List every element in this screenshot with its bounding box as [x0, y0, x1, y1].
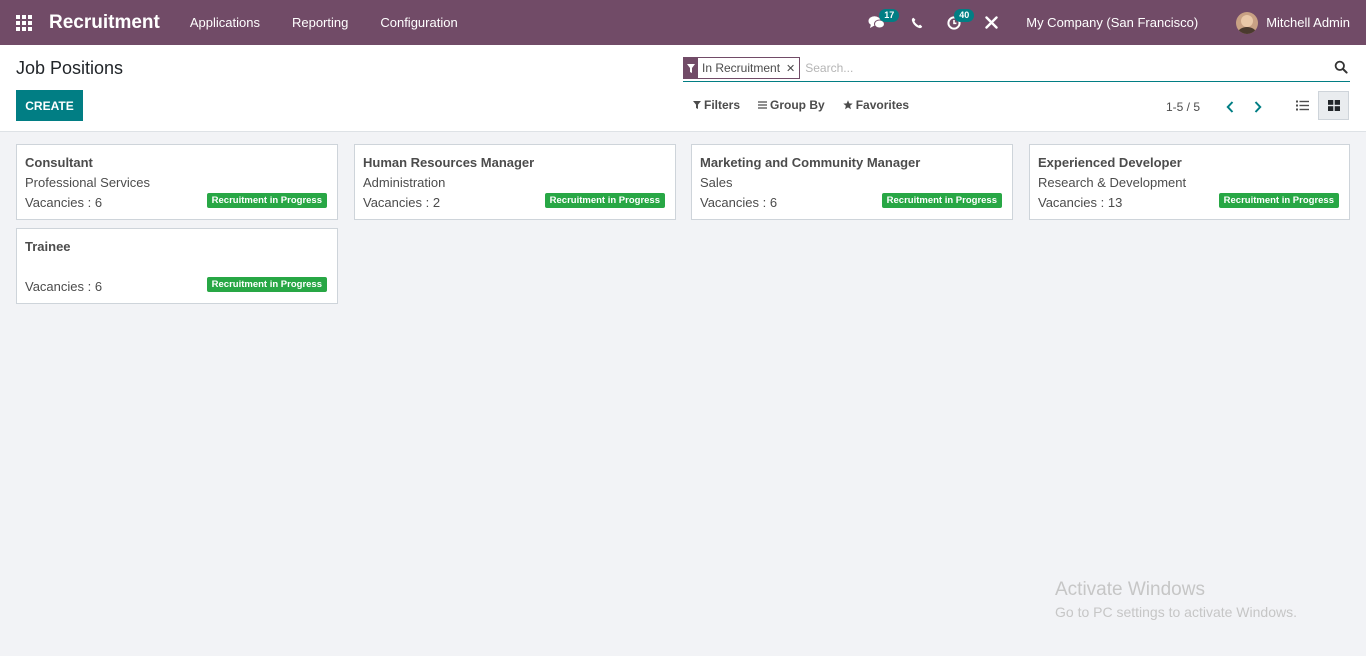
- group-by-dropdown[interactable]: Group By: [758, 98, 825, 112]
- kanban-card-consultant[interactable]: Consultant Professional Services Vacanci…: [16, 144, 338, 220]
- top-navbar: Recruitment Applications Reporting Confi…: [0, 0, 1366, 45]
- create-button[interactable]: CREATE: [16, 90, 83, 121]
- job-department: Sales: [700, 175, 733, 190]
- job-title[interactable]: Consultant: [25, 155, 93, 170]
- menu-reporting[interactable]: Reporting: [276, 0, 364, 45]
- job-vacancies: Vacancies : 2: [363, 195, 441, 210]
- activities-count-badge: 40: [954, 9, 975, 22]
- filter-icon: [684, 57, 698, 79]
- watermark-subtitle: Go to PC settings to activate Windows.: [1055, 604, 1297, 620]
- star-icon: [842, 100, 853, 110]
- filters-dropdown[interactable]: Filters: [693, 98, 740, 112]
- job-vacancies: Vacancies : 6: [700, 195, 778, 210]
- user-menu[interactable]: Mitchell Admin: [1266, 15, 1350, 30]
- user-avatar[interactable]: [1236, 11, 1259, 34]
- pager: 1-5 / 5: [1166, 97, 1272, 117]
- activities-button[interactable]: 40: [934, 0, 975, 45]
- pager-previous-button[interactable]: [1216, 97, 1244, 117]
- facet-value: In Recruitment: [702, 61, 781, 75]
- search-icon[interactable]: [1334, 60, 1348, 74]
- app-name[interactable]: Recruitment: [49, 12, 160, 34]
- job-department: Professional Services: [25, 175, 150, 190]
- status-badge: Recruitment in Progress: [544, 193, 665, 208]
- kanban-card-trainee[interactable]: Trainee Vacancies : 6 Recruitment in Pro…: [16, 228, 338, 304]
- favorites-dropdown[interactable]: Favorites: [842, 98, 910, 112]
- kanban-card-experienced-developer[interactable]: Experienced Developer Research & Develop…: [1029, 144, 1350, 220]
- chevron-right-icon: [1254, 101, 1262, 113]
- list-icon: [1296, 100, 1309, 111]
- job-title[interactable]: Marketing and Community Manager: [700, 155, 920, 170]
- control-panel: Job Positions CREATE In Recruitment ✕ Fi…: [0, 45, 1366, 132]
- favorites-label: Favorites: [855, 98, 910, 112]
- job-title[interactable]: Trainee: [25, 239, 71, 254]
- job-department: Research & Development: [1038, 175, 1187, 190]
- bars-icon: [758, 101, 768, 109]
- chevron-left-icon: [1226, 101, 1234, 113]
- pager-value[interactable]: 1-5 / 5: [1166, 100, 1200, 114]
- windows-activation-watermark: Activate Windows Go to PC settings to ac…: [1055, 579, 1297, 620]
- job-vacancies: Vacancies : 13: [1038, 195, 1123, 210]
- pager-next-button[interactable]: [1244, 97, 1272, 117]
- search-facet: In Recruitment ✕: [683, 57, 801, 79]
- company-switcher[interactable]: My Company (San Francisco): [1026, 15, 1198, 30]
- kanban-card-hr-manager[interactable]: Human Resources Manager Administration V…: [354, 144, 676, 220]
- tools-icon: [985, 16, 998, 29]
- group-by-label: Group By: [770, 98, 825, 112]
- filter-icon: [693, 101, 701, 109]
- menu-applications[interactable]: Applications: [174, 0, 276, 45]
- phone-icon: [912, 17, 923, 28]
- view-switcher: [1287, 91, 1349, 120]
- page-title: Job Positions: [16, 58, 124, 78]
- status-badge: Recruitment in Progress: [1218, 193, 1339, 208]
- search-input[interactable]: [805, 57, 1350, 79]
- status-badge: Recruitment in Progress: [881, 193, 1002, 208]
- status-badge: Recruitment in Progress: [206, 193, 327, 208]
- watermark-title: Activate Windows: [1055, 579, 1205, 600]
- filters-label: Filters: [704, 98, 741, 112]
- search-bar: In Recruitment ✕: [683, 55, 1350, 82]
- phone-button[interactable]: [902, 0, 932, 45]
- search-options: Filters Group By Favorites: [693, 98, 927, 112]
- messages-button[interactable]: 17: [856, 0, 900, 45]
- kanban-card-marketing-manager[interactable]: Marketing and Community Manager Sales Va…: [691, 144, 1013, 220]
- apps-menu-icon[interactable]: [0, 0, 48, 45]
- job-title[interactable]: Human Resources Manager: [363, 155, 534, 170]
- job-vacancies: Vacancies : 6: [25, 279, 103, 294]
- list-view-button[interactable]: [1287, 91, 1318, 120]
- messages-count-badge: 17: [879, 9, 900, 22]
- menu-configuration[interactable]: Configuration: [364, 0, 473, 45]
- job-vacancies: Vacancies : 6: [25, 195, 103, 210]
- kanban-icon: [1327, 100, 1340, 111]
- facet-remove-icon[interactable]: ✕: [784, 62, 799, 75]
- debug-tools-button[interactable]: [976, 0, 1006, 45]
- kanban-view-button[interactable]: [1318, 91, 1349, 120]
- status-badge: Recruitment in Progress: [206, 277, 327, 292]
- job-title[interactable]: Experienced Developer: [1038, 155, 1182, 170]
- job-department: Administration: [363, 175, 446, 190]
